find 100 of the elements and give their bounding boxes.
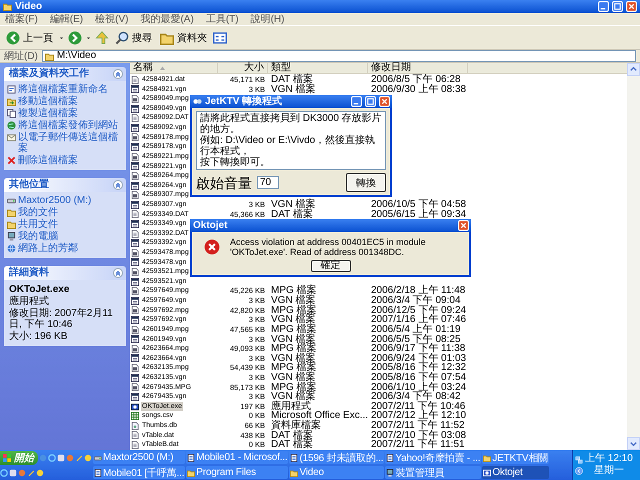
collapse-icon[interactable] [113, 180, 123, 190]
maximize-icon[interactable] [612, 1, 623, 12]
close-icon[interactable] [458, 220, 469, 231]
panel-header[interactable]: 詳細資料 [4, 266, 126, 280]
menu-item[interactable]: 我的最愛(A) [140, 14, 194, 24]
taskbar-button[interactable]: (1596 封未讀取的... [289, 451, 384, 464]
modified-date: 2006/2/18 上午 11:48 [371, 286, 466, 296]
taskbar-button[interactable]: Mobile01 [千呼萬... [93, 466, 186, 479]
file-type: Microsoft Office Exc... [271, 411, 368, 421]
document-icon [7, 85, 16, 94]
message-line: 按下轉換即可。 [200, 157, 271, 168]
scroll-up-button[interactable] [627, 63, 640, 76]
convert-button[interactable]: 轉換 [346, 173, 386, 192]
file-type: DAT 檔案 [271, 210, 313, 220]
caret-icon[interactable] [59, 35, 64, 40]
modified-date: 修改日期: 2007年2月11日, 下午 10:46 [9, 308, 114, 330]
modified-date: 2007/1/16 上午 07:46 [371, 315, 466, 325]
film-document-icon [131, 152, 139, 161]
minimize-icon[interactable] [598, 1, 609, 12]
folder-icon [3, 2, 12, 11]
taskbar-button[interactable]: 裝置管理員 [385, 466, 482, 479]
window-document-icon [131, 374, 139, 382]
back-button[interactable]: 上一頁 [4, 30, 55, 46]
envelope-icon [7, 133, 16, 142]
close-icon[interactable] [379, 96, 390, 107]
taskbar-button[interactable]: Mobile01 - Microsof... [186, 451, 288, 464]
task-link[interactable]: Maxtor2500 (M:) [18, 195, 92, 206]
computer-icon [7, 232, 16, 241]
collapse-icon[interactable] [113, 69, 123, 79]
window-document-icon [131, 316, 139, 324]
file-type: 應用程式 [271, 402, 311, 412]
task-link[interactable]: 移動這個檔案 [18, 96, 78, 107]
film-document-icon [131, 326, 139, 334]
app-logo-icon [193, 97, 202, 106]
column-header[interactable]: 大小 [218, 63, 268, 73]
taskbar-button[interactable]: Maxtor2500 (M:) [93, 451, 186, 464]
menu-item[interactable]: 檔案(F) [5, 14, 38, 24]
folder-icon [290, 468, 298, 476]
column-header[interactable]: 修改日期 [368, 63, 468, 73]
modified-date: 2007/2/10 下午 03:08 [371, 430, 466, 440]
chevron-left-icon[interactable] [575, 466, 583, 474]
film-document-icon [131, 172, 139, 180]
window-document-icon [131, 392, 139, 401]
menu-item[interactable]: 編輯(E) [50, 14, 84, 24]
panel-header[interactable]: 其他位置 [4, 178, 126, 192]
task-link[interactable]: 複製這個檔案 [18, 108, 78, 119]
file-type: MPG 檔案 [271, 363, 317, 373]
volume-field[interactable]: 70 [257, 176, 279, 189]
document-icon [131, 76, 139, 84]
modified-date: 2007/2/11 下午 10:46 [371, 402, 466, 412]
task-link[interactable]: 將這個檔案重新命名 [18, 84, 108, 95]
panel-header[interactable]: 檔案及資料夾工作 [4, 67, 126, 81]
task-link[interactable]: 我的電腦 [18, 231, 58, 242]
menu-item[interactable]: 說明(H) [250, 14, 284, 24]
film-document-icon [131, 383, 139, 392]
taskbar-button[interactable]: Yahoo!奇摩拍賣 - ... [385, 451, 482, 464]
menu-item[interactable]: 工具(T) [206, 14, 239, 24]
dialog-title: Oktojet [193, 220, 228, 232]
forward-icon[interactable] [68, 30, 82, 44]
document-icon [131, 114, 139, 122]
search-button[interactable]: 搜尋 [113, 30, 154, 46]
taskbar-button[interactable]: JETKTV相關 [482, 451, 549, 464]
close-icon[interactable] [626, 1, 637, 12]
pages-icon [7, 109, 16, 118]
document-icon [131, 230, 139, 238]
column-header[interactable]: 類型 [268, 63, 368, 73]
address-label: 網址(D) [4, 50, 38, 62]
minimize-icon[interactable] [351, 96, 362, 107]
task-link[interactable]: 將這個檔案發佈到網站 [18, 120, 118, 131]
task-link[interactable]: 我的文件 [18, 207, 58, 218]
view-grid-icon[interactable] [213, 30, 227, 44]
file-type: MPG 檔案 [271, 286, 317, 296]
scroll-down-button[interactable] [627, 437, 640, 450]
film-document-icon [131, 191, 139, 200]
network-icon[interactable] [575, 456, 583, 464]
collapse-icon[interactable] [113, 268, 123, 278]
column-header[interactable]: 名稱 [130, 63, 218, 73]
task-link[interactable]: 網路上的芳鄰 [18, 243, 78, 254]
document-icon [131, 210, 139, 218]
taskbar-button[interactable]: Video [289, 466, 384, 479]
modified-date: 2006/8/5 下午 06:28 [371, 75, 461, 85]
folders-button[interactable]: 資料夾 [158, 30, 209, 46]
window-document-icon [131, 296, 139, 305]
taskbar-button[interactable]: Program Files [186, 466, 288, 479]
modified-date: 2007/2/12 上午 12:10 [371, 411, 466, 421]
file-type: 資料庫檔案 [271, 420, 321, 430]
address-field[interactable]: M:\Video [42, 50, 636, 62]
ok-button[interactable]: 確定 [310, 260, 350, 272]
taskbar-button[interactable]: Oktojet [482, 466, 549, 479]
menu-item[interactable]: 檢視(V) [95, 14, 128, 24]
message-box[interactable]: 請將此程式直接拷貝到 DK3000 存放影片的地方。 例如: D:\Video or E:\Vivdo，然後直接執行本程式， 按下轉換即可。 [196, 111, 386, 170]
file-type: VGN 檔案 [271, 84, 316, 94]
maximize-icon[interactable] [365, 96, 376, 107]
task-link[interactable]: 刪除這個檔案 [18, 155, 78, 166]
task-link[interactable]: 以電子郵件傳送這個檔案 [18, 132, 123, 154]
file-name: OKToJet.exe [9, 284, 70, 295]
caret-icon[interactable] [86, 35, 91, 40]
task-link[interactable]: 共用文件 [18, 219, 58, 230]
spreadsheet-icon [131, 412, 139, 420]
film-document-icon [131, 268, 139, 276]
